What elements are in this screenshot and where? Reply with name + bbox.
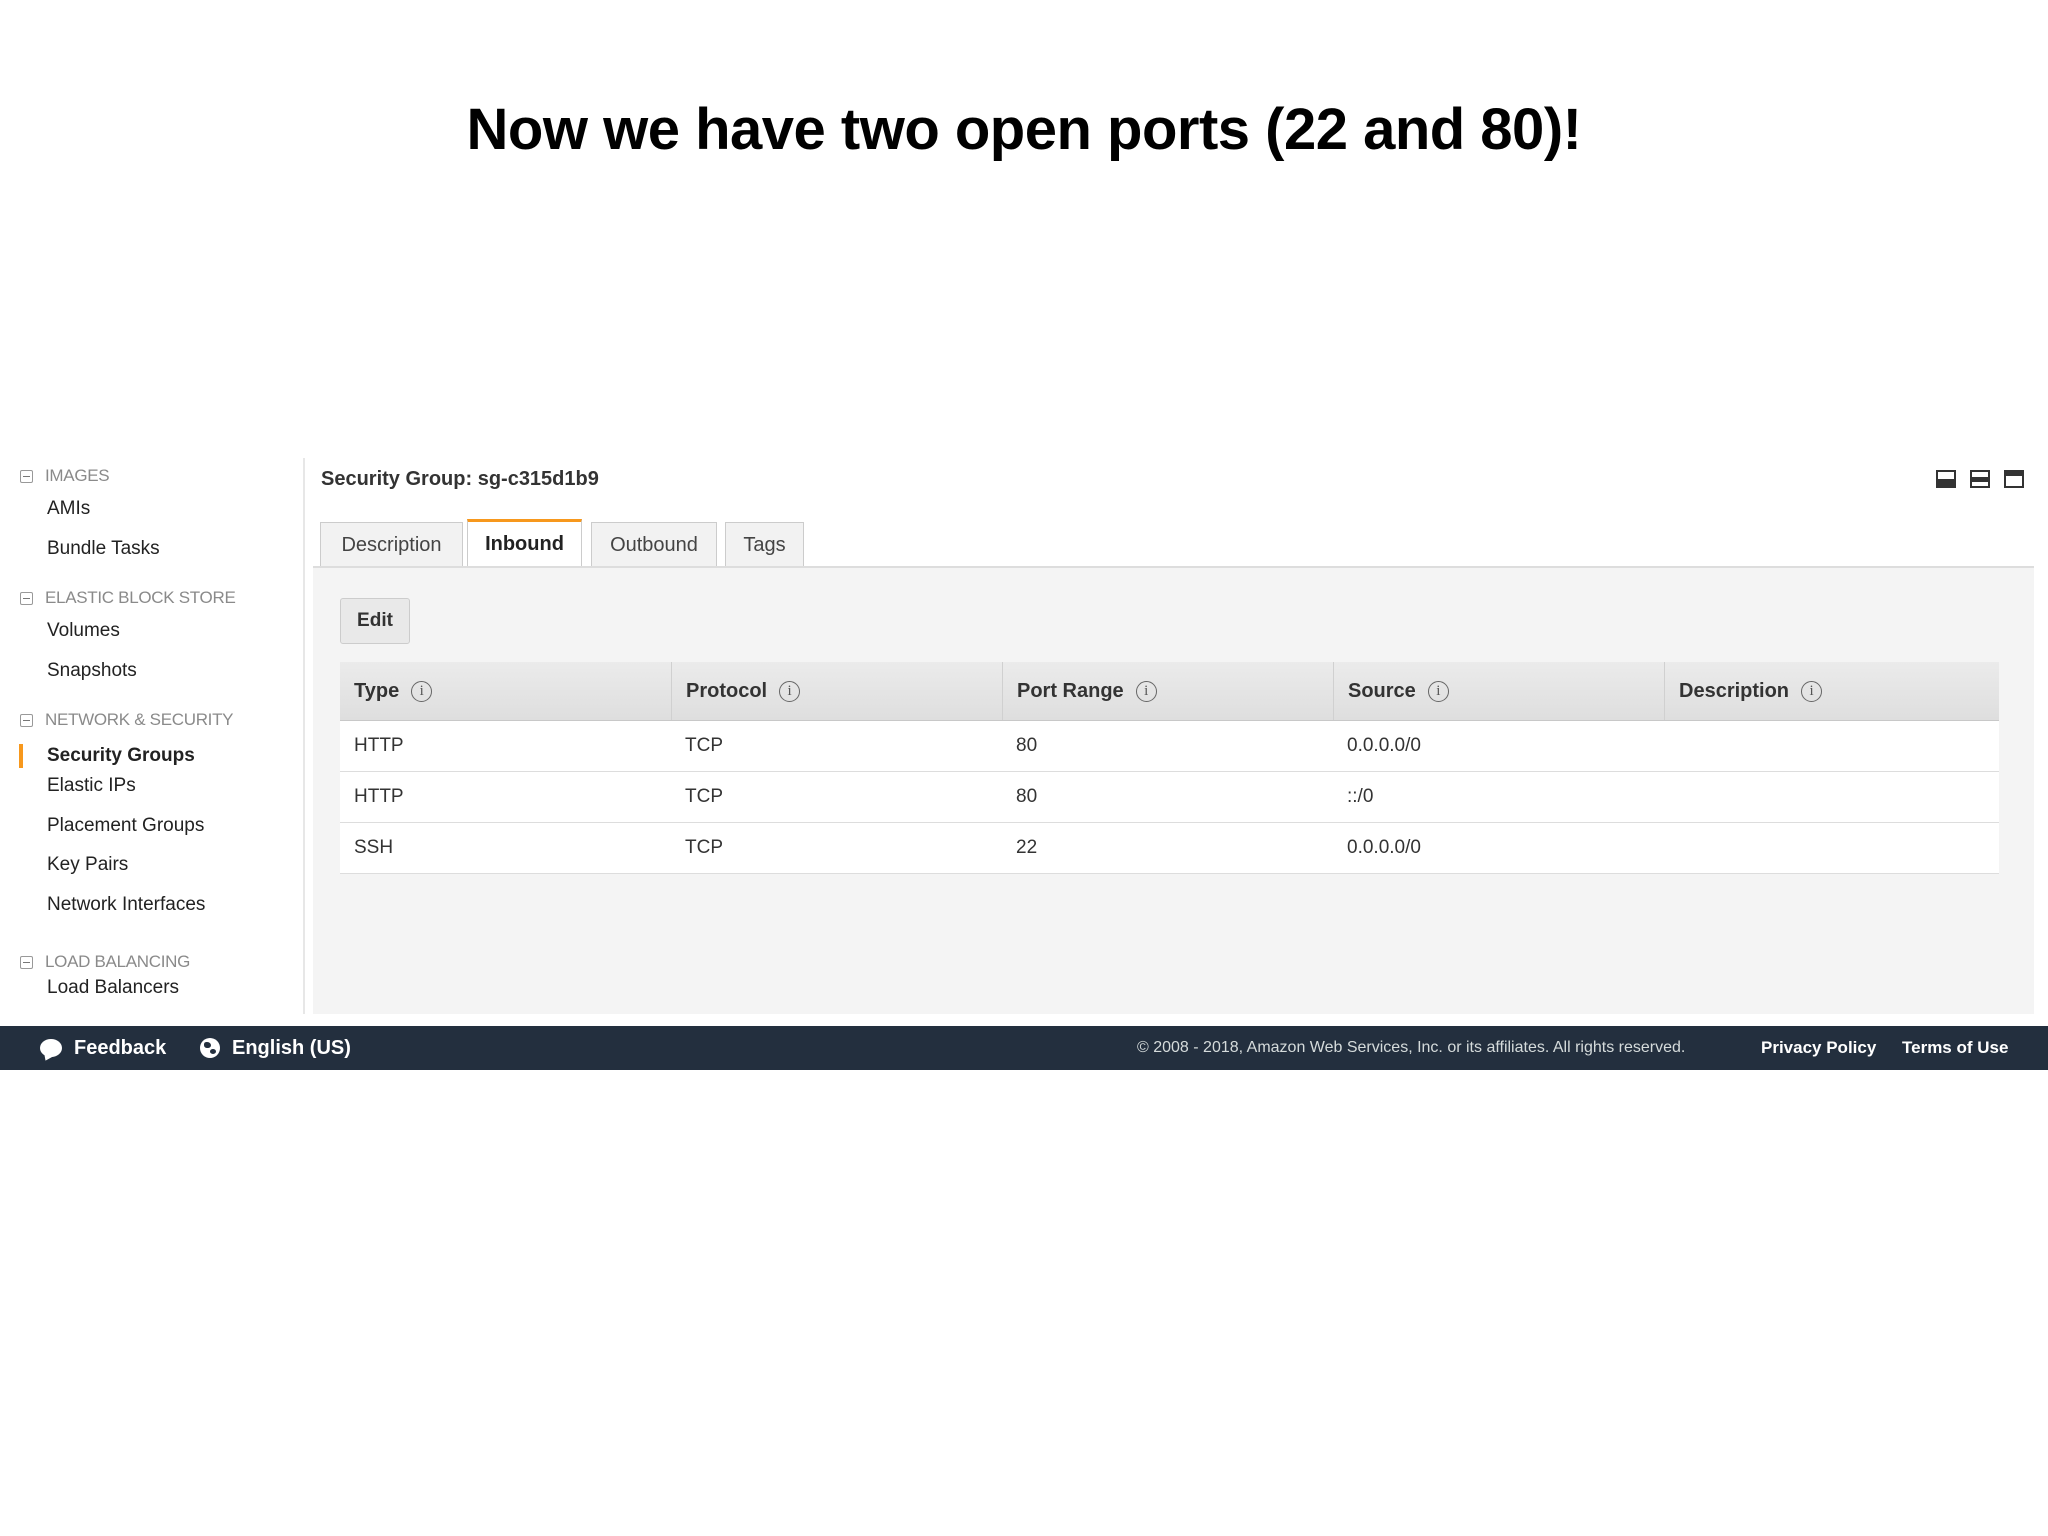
info-icon[interactable]: i <box>411 680 433 702</box>
language-label: English (US) <box>232 1036 351 1059</box>
terms-of-use-link[interactable]: Terms of Use <box>1902 1026 2008 1070</box>
info-icon[interactable]: i <box>1135 680 1157 702</box>
sidebar-nav: IMAGES AMIs Bundle Tasks ELASTIC BLOCK S… <box>0 458 305 1014</box>
panel-split-icon[interactable] <box>1970 470 1990 488</box>
tab-description[interactable]: Description <box>320 522 463 566</box>
security-group-title: Security Group: sg-c315d1b9 <box>321 468 599 490</box>
panel-bottom-icon[interactable] <box>1936 470 1956 488</box>
active-indicator <box>19 744 23 768</box>
cell-type: SSH <box>354 837 394 858</box>
sidebar-section-ebs[interactable]: ELASTIC BLOCK STORE <box>20 586 236 610</box>
panel-top-icon[interactable] <box>2004 470 2024 488</box>
sidebar-section-label: NETWORK & SECURITY <box>45 710 234 729</box>
sidebar-item-placement-groups[interactable]: Placement Groups <box>47 812 204 840</box>
panel-layout-controls <box>1936 470 2024 488</box>
cell-type: HTTP <box>354 786 404 807</box>
cell-description <box>1664 721 1995 771</box>
collapse-icon[interactable] <box>20 955 33 969</box>
sidebar-item-snapshots[interactable]: Snapshots <box>47 657 137 685</box>
column-header-description: Description i <box>1664 662 1995 720</box>
info-icon[interactable]: i <box>1427 680 1449 702</box>
feedback-label: Feedback <box>74 1036 167 1059</box>
sidebar-item-network-interfaces[interactable]: Network Interfaces <box>47 891 205 919</box>
column-header-label: Source <box>1348 680 1416 702</box>
globe-icon <box>200 1038 220 1058</box>
cell-protocol: TCP <box>685 837 723 858</box>
edit-button[interactable]: Edit <box>340 598 410 644</box>
aws-console-screenshot: IMAGES AMIs Bundle Tasks ELASTIC BLOCK S… <box>0 458 2048 1070</box>
sidebar-item-key-pairs[interactable]: Key Pairs <box>47 851 128 879</box>
tab-tags[interactable]: Tags <box>725 522 804 566</box>
column-header-label: Protocol <box>686 680 768 702</box>
collapse-icon[interactable] <box>20 713 33 727</box>
cell-type: HTTP <box>354 735 404 756</box>
cell-source: ::/0 <box>1347 786 1374 807</box>
tab-inbound[interactable]: Inbound <box>467 519 582 566</box>
sidebar-section-load-balancing[interactable]: LOAD BALANCING <box>20 950 190 974</box>
sidebar-item-volumes[interactable]: Volumes <box>47 617 120 645</box>
console-footer: Feedback English (US) © 2008 - 2018, Ama… <box>0 1026 2048 1070</box>
sidebar-item-bundle-tasks[interactable]: Bundle Tasks <box>47 535 160 563</box>
cell-port-range: 80 <box>1016 786 1038 807</box>
slide-title: Now we have two open ports (22 and 80)! <box>466 97 1582 162</box>
table-row[interactable]: HTTP TCP 80 0.0.0.0/0 <box>340 721 1999 772</box>
cell-description <box>1664 772 1995 822</box>
column-header-protocol: Protocol i <box>671 662 1002 720</box>
copyright-text: © 2008 - 2018, Amazon Web Services, Inc.… <box>1137 1039 1686 1056</box>
sidebar-section-label: LOAD BALANCING <box>45 952 191 971</box>
column-header-source: Source i <box>1333 662 1664 720</box>
feedback-icon <box>40 1039 62 1057</box>
table-row[interactable]: HTTP TCP 80 ::/0 <box>340 772 1999 823</box>
column-header-label: Type <box>354 680 400 702</box>
info-icon[interactable]: i <box>779 680 801 702</box>
sidebar-section-images[interactable]: IMAGES <box>20 464 110 488</box>
info-icon[interactable]: i <box>1801 680 1823 702</box>
sidebar-item-amis[interactable]: AMIs <box>47 495 90 523</box>
sidebar-item-load-balancers[interactable]: Load Balancers <box>47 974 179 1002</box>
table-header: Type i Protocol i Port Range i Source i … <box>340 662 1999 721</box>
collapse-icon[interactable] <box>20 469 33 483</box>
privacy-policy-link[interactable]: Privacy Policy <box>1761 1026 1876 1070</box>
sidebar-item-elastic-ips[interactable]: Elastic IPs <box>47 772 136 800</box>
sidebar-section-label: ELASTIC BLOCK STORE <box>45 588 236 607</box>
cell-port-range: 22 <box>1016 837 1038 858</box>
feedback-link[interactable]: Feedback <box>40 1026 166 1070</box>
cell-source: 0.0.0.0/0 <box>1347 735 1421 756</box>
table-row[interactable]: SSH TCP 22 0.0.0.0/0 <box>340 823 1999 874</box>
collapse-icon[interactable] <box>20 591 33 605</box>
column-header-label: Description <box>1679 680 1790 702</box>
cell-description <box>1664 823 1995 873</box>
sidebar-item-security-groups[interactable]: Security Groups <box>47 742 195 770</box>
tab-outbound[interactable]: Outbound <box>591 522 717 566</box>
details-panel: Security Group: sg-c315d1b9 Description … <box>305 458 2048 1014</box>
column-header-port-range: Port Range i <box>1002 662 1333 720</box>
language-selector[interactable]: English (US) <box>200 1026 351 1070</box>
cell-protocol: TCP <box>685 735 723 756</box>
column-header-type: Type i <box>340 662 671 720</box>
cell-port-range: 80 <box>1016 735 1038 756</box>
column-header-label: Port Range <box>1017 680 1124 702</box>
sidebar-section-network-security[interactable]: NETWORK & SECURITY <box>20 708 234 732</box>
inbound-rules-table: Type i Protocol i Port Range i Source i … <box>340 662 1999 874</box>
cell-protocol: TCP <box>685 786 723 807</box>
cell-source: 0.0.0.0/0 <box>1347 837 1421 858</box>
sidebar-section-label: IMAGES <box>45 466 110 485</box>
